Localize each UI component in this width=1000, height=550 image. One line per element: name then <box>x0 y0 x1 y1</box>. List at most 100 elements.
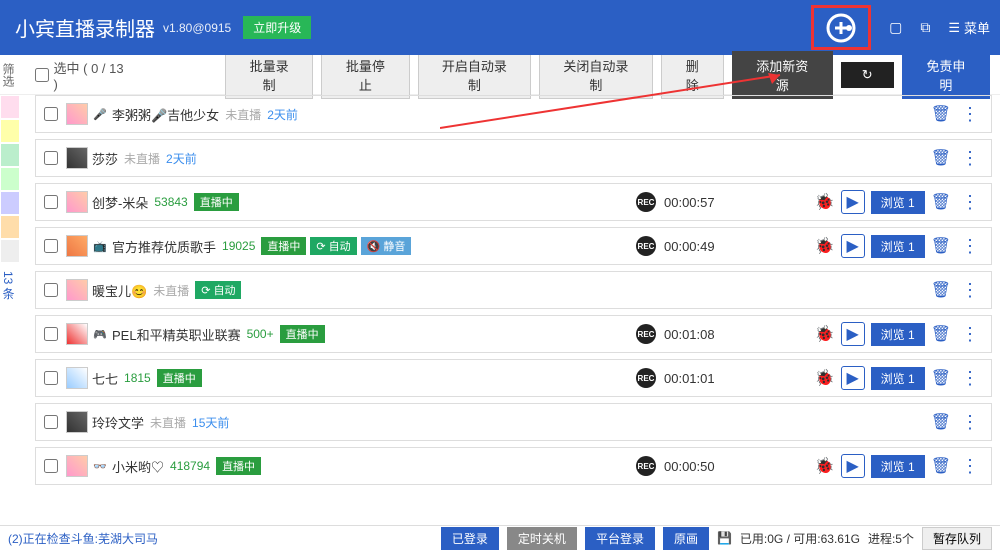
stream-row[interactable]: 玲玲文学未直播15天前🗑 ⋮ <box>35 403 992 441</box>
avatar <box>66 455 88 477</box>
select-all-input[interactable] <box>35 68 49 82</box>
color-swatch[interactable] <box>1 240 19 262</box>
more-icon[interactable]: ⋮ <box>957 368 983 389</box>
viewer-count: 500+ <box>247 327 274 341</box>
color-swatch[interactable] <box>1 168 19 190</box>
more-icon[interactable]: ⋮ <box>957 324 983 345</box>
trash-icon[interactable]: 🗑 <box>931 324 951 344</box>
avatar <box>66 367 88 389</box>
trash-icon[interactable]: 🗑 <box>931 192 951 212</box>
disk-icon: 💾 <box>717 531 732 545</box>
trash-icon[interactable]: 🗑 <box>931 104 951 124</box>
color-swatch[interactable] <box>1 192 19 214</box>
browse-button[interactable]: 浏览 1 <box>871 235 925 258</box>
browse-button[interactable]: 浏览 1 <box>871 367 925 390</box>
play-button[interactable]: ▶ <box>841 322 865 346</box>
avatar <box>66 323 88 345</box>
delete-button[interactable]: 删除 <box>661 51 724 99</box>
play-button[interactable]: ▶ <box>841 190 865 214</box>
row-checkbox[interactable] <box>44 239 58 253</box>
row-checkbox[interactable] <box>44 283 58 297</box>
avatar <box>66 147 88 169</box>
time-ago: 2天前 <box>166 150 197 167</box>
play-button[interactable]: ▶ <box>841 234 865 258</box>
row-checkbox[interactable] <box>44 415 58 429</box>
stream-row[interactable]: 暖宝儿😊未直播⟳ 自动🗑 ⋮ <box>35 271 992 309</box>
color-swatch[interactable] <box>1 216 19 238</box>
browse-button[interactable]: 浏览 1 <box>871 323 925 346</box>
trash-icon[interactable]: 🗑 <box>931 236 951 256</box>
browse-button[interactable]: 浏览 1 <box>871 191 925 214</box>
quality-button[interactable]: 原画 <box>663 527 709 550</box>
menu-button[interactable]: ☰ 菜单 <box>948 18 990 37</box>
auto-record-off-button[interactable]: 关闭自动录制 <box>539 51 653 99</box>
play-button[interactable]: ▶ <box>841 366 865 390</box>
sidebar: 筛选 13 条 <box>0 55 20 525</box>
stream-row[interactable]: 七七1815直播中 REC 00:01:01 🐞 ▶ 浏览 1🗑 ⋮ <box>35 359 992 397</box>
add-source-button[interactable]: 添加新资源 <box>732 51 833 99</box>
browse-button[interactable]: 浏览 1 <box>871 455 925 478</box>
avatar <box>66 411 88 433</box>
trash-icon[interactable]: 🗑 <box>931 148 951 168</box>
trash-icon[interactable]: 🗑 <box>931 456 951 476</box>
maximize-icon[interactable]: ▢ <box>889 19 902 36</box>
auto-record-on-button[interactable]: 开启自动录制 <box>418 51 532 99</box>
color-swatch[interactable] <box>1 144 19 166</box>
time-ago: 15天前 <box>192 414 229 431</box>
more-icon[interactable]: ⋮ <box>957 236 983 257</box>
add-camera-button[interactable] <box>811 5 871 50</box>
play-button[interactable]: ▶ <box>841 454 865 478</box>
more-icon[interactable]: ⋮ <box>957 104 983 125</box>
row-checkbox[interactable] <box>44 327 58 341</box>
row-checkbox[interactable] <box>44 151 58 165</box>
stream-row[interactable]: 👓小米哟♡418794直播中 REC 00:00:50 🐞 ▶ 浏览 1🗑 ⋮ <box>35 447 992 485</box>
rec-icon: REC <box>636 192 656 212</box>
more-icon[interactable]: ⋮ <box>957 456 983 477</box>
stream-row[interactable]: 🎮PEL和平精英职业联赛500+直播中 REC 00:01:08 🐞 ▶ 浏览 … <box>35 315 992 353</box>
row-checkbox[interactable] <box>44 459 58 473</box>
stream-row[interactable]: 莎莎未直播2天前🗑 ⋮ <box>35 139 992 177</box>
queue-button[interactable]: 暂存队列 <box>922 527 992 550</box>
camera-plus-icon <box>825 12 857 44</box>
upgrade-button[interactable]: 立即升级 <box>243 16 311 39</box>
trash-icon[interactable]: 🗑 <box>931 368 951 388</box>
row-checkbox[interactable] <box>44 107 58 121</box>
trash-icon[interactable]: 🗑 <box>931 280 951 300</box>
more-icon[interactable]: ⋮ <box>957 148 983 169</box>
more-icon[interactable]: ⋮ <box>957 412 983 433</box>
row-checkbox[interactable] <box>44 195 58 209</box>
stream-row[interactable]: 📺官方推荐优质歌手19025直播中⟳ 自动🔇 静音 REC 00:00:49 🐞… <box>35 227 992 265</box>
alert-icon[interactable]: 🐞 <box>815 236 835 256</box>
stream-name: 李粥粥🎤吉他少女 <box>112 105 219 124</box>
stream-name: 莎莎 <box>92 149 118 168</box>
duration: 00:00:57 <box>664 195 715 210</box>
disclaimer-button[interactable]: 免责申明 <box>902 51 990 99</box>
more-icon[interactable]: ⋮ <box>957 280 983 301</box>
duration: 00:01:01 <box>664 371 715 386</box>
alert-icon[interactable]: 🐞 <box>815 324 835 344</box>
auto-badge: ⟳ 自动 <box>310 237 356 255</box>
toolbar: 选中 ( 0 / 13 ) 批量录制 批量停止 开启自动录制 关闭自动录制 删除… <box>0 55 1000 95</box>
avatar <box>66 235 88 257</box>
window-icon[interactable]: ⧉ <box>920 19 930 36</box>
color-swatch[interactable] <box>1 96 19 118</box>
row-checkbox[interactable] <box>44 371 58 385</box>
alert-icon[interactable]: 🐞 <box>815 456 835 476</box>
batch-record-button[interactable]: 批量录制 <box>225 51 313 99</box>
alert-icon[interactable]: 🐞 <box>815 192 835 212</box>
logged-in-button[interactable]: 已登录 <box>441 527 499 550</box>
color-swatch[interactable] <box>1 120 19 142</box>
stream-row[interactable]: 创梦-米朵53843直播中 REC 00:00:57 🐞 ▶ 浏览 1🗑 ⋮ <box>35 183 992 221</box>
filter-label[interactable]: 筛选 <box>0 55 20 95</box>
viewer-count: 418794 <box>170 459 210 473</box>
refresh-button[interactable]: ↻ <box>841 62 894 88</box>
timer-shutdown-button[interactable]: 定时关机 <box>507 527 577 550</box>
platform-login-button[interactable]: 平台登录 <box>585 527 655 550</box>
stream-row[interactable]: 🎤李粥粥🎤吉他少女未直播2天前🗑 ⋮ <box>35 95 992 133</box>
stream-name: 七七 <box>92 369 118 388</box>
alert-icon[interactable]: 🐞 <box>815 368 835 388</box>
trash-icon[interactable]: 🗑 <box>931 412 951 432</box>
more-icon[interactable]: ⋮ <box>957 192 983 213</box>
batch-stop-button[interactable]: 批量停止 <box>321 51 409 99</box>
select-all-checkbox[interactable]: 选中 ( 0 / 13 ) <box>35 58 129 92</box>
